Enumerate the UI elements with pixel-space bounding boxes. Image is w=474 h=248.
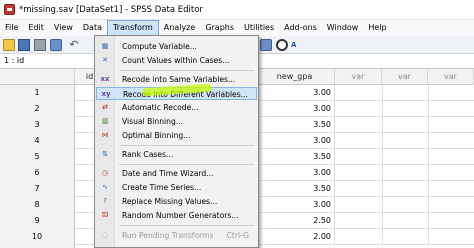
- menu-separator: [119, 145, 254, 146]
- rank-cases-icon: ⇅: [102, 150, 108, 158]
- cell-new-gpa[interactable]: 3.00: [255, 133, 335, 149]
- menu-item-label: Random Number Generators...: [122, 211, 239, 220]
- undo-icon[interactable]: ↶: [68, 39, 80, 51]
- time-series-icon: ∿: [102, 183, 108, 191]
- cell-new-gpa[interactable]: 3.50: [255, 117, 335, 133]
- compute-icon: ▦: [101, 42, 109, 50]
- row-number[interactable]: 9: [0, 213, 75, 229]
- cell-new-gpa[interactable]: 3.50: [255, 149, 335, 165]
- menu-addons[interactable]: Add-ons: [279, 20, 322, 36]
- spss-app-icon: [4, 4, 15, 15]
- row-number[interactable]: 8: [0, 197, 75, 213]
- menu-file[interactable]: File: [0, 20, 23, 36]
- menu-item-compute-variable[interactable]: ▦ Compute Variable...: [96, 40, 257, 53]
- menu-item-label: Automatic Recode...: [122, 103, 199, 112]
- menu-separator: [119, 164, 254, 165]
- menu-item-optimal-binning[interactable]: ⋈ Optimal Binning...: [96, 129, 257, 142]
- value-labels-icon[interactable]: A: [291, 39, 303, 51]
- find-icon[interactable]: [276, 39, 288, 51]
- column-header-new-gpa[interactable]: new_gpa: [255, 69, 335, 85]
- dialog-recall-icon[interactable]: [50, 39, 62, 51]
- cell-new-gpa[interactable]: 3.50: [255, 181, 335, 197]
- menu-item-recode-same[interactable]: xx Recode into Same Variables...: [96, 73, 257, 86]
- menu-item-rank-cases[interactable]: ⇅ Rank Cases...: [96, 148, 257, 161]
- cell-new-gpa[interactable]: 2.00: [255, 229, 335, 245]
- cell-new-gpa[interactable]: 3.00: [255, 197, 335, 213]
- recode-different-icon: xy: [101, 90, 111, 98]
- menu-transform[interactable]: Transform: [106, 20, 159, 36]
- menu-item-label: Recode into Same Variables...: [122, 75, 236, 84]
- recode-same-icon: xx: [100, 75, 110, 83]
- column-header-var[interactable]: var: [382, 69, 428, 85]
- row-number[interactable]: 2: [0, 101, 75, 117]
- window-title: *missing.sav [DataSet1] - SPSS Data Edit…: [19, 4, 203, 15]
- row-number[interactable]: 6: [0, 165, 75, 181]
- row-number[interactable]: 10: [0, 229, 75, 245]
- menu-item-run-pending[interactable]: ◌ Run Pending Transforms Ctrl-G: [96, 229, 257, 242]
- cell-new-gpa[interactable]: 2.50: [255, 213, 335, 229]
- menu-item-label: Compute Variable...: [122, 42, 198, 51]
- cell-new-gpa[interactable]: 3.00: [255, 85, 335, 101]
- count-icon: ✕: [102, 56, 108, 64]
- column-header-var[interactable]: var: [428, 69, 474, 85]
- cell-reference: 1 : id: [4, 56, 25, 65]
- visual-binning-icon: ▥: [101, 117, 109, 125]
- menu-item-replace-missing[interactable]: ? Replace Missing Values...: [96, 195, 257, 208]
- menu-item-count-values[interactable]: ✕ Count Values within Cases...: [96, 54, 257, 67]
- menu-item-random-number[interactable]: ⚄ Random Number Generators...: [96, 209, 257, 222]
- row-header-corner: [0, 69, 75, 85]
- row-number[interactable]: 7: [0, 181, 75, 197]
- row-number[interactable]: 1: [0, 85, 75, 101]
- menu-help[interactable]: Help: [363, 20, 391, 36]
- menu-data[interactable]: Data: [78, 20, 107, 36]
- menu-item-automatic-recode[interactable]: ⇄ Automatic Recode...: [96, 101, 257, 114]
- menu-window[interactable]: Window: [322, 20, 364, 36]
- split-file-icon[interactable]: [260, 39, 272, 51]
- run-pending-icon: ◌: [101, 231, 109, 239]
- optimal-binning-icon: ⋈: [101, 131, 109, 139]
- menu-item-date-time-wizard[interactable]: ◷ Date and Time Wizard...: [96, 167, 257, 180]
- menu-item-create-time-series[interactable]: ∿ Create Time Series...: [96, 181, 257, 194]
- menu-item-label: Date and Time Wizard...: [122, 169, 214, 178]
- open-folder-icon[interactable]: [3, 39, 15, 51]
- menu-item-label: Create Time Series...: [122, 183, 202, 192]
- menu-shortcut: Ctrl-G: [226, 231, 249, 240]
- menu-analyze[interactable]: Analyze: [159, 20, 201, 36]
- random-number-icon: ⚄: [101, 211, 109, 219]
- menu-item-visual-binning[interactable]: ▥ Visual Binning...: [96, 115, 257, 128]
- menu-edit[interactable]: Edit: [23, 20, 49, 36]
- cell-new-gpa[interactable]: 3.00: [255, 101, 335, 117]
- row-number[interactable]: 3: [0, 117, 75, 133]
- replace-missing-icon: ?: [103, 197, 107, 205]
- menu-separator: [119, 70, 254, 71]
- date-time-icon: ◷: [101, 169, 109, 177]
- row-number[interactable]: 5: [0, 149, 75, 165]
- row-number[interactable]: 4: [0, 133, 75, 149]
- menu-item-label: Run Pending Transforms: [122, 231, 214, 240]
- menu-item-label: Count Values within Cases...: [122, 56, 230, 65]
- menu-utilities[interactable]: Utilities: [239, 20, 279, 36]
- menu-view[interactable]: View: [49, 20, 78, 36]
- title-bar: *missing.sav [DataSet1] - SPSS Data Edit…: [0, 0, 474, 20]
- print-icon[interactable]: [34, 39, 46, 51]
- menu-item-label: Optimal Binning...: [122, 131, 191, 140]
- automatic-recode-icon: ⇄: [102, 103, 108, 111]
- cell-new-gpa[interactable]: 3.00: [255, 165, 335, 181]
- menu-item-label: Rank Cases...: [122, 150, 174, 159]
- column-header-var[interactable]: var: [335, 69, 382, 85]
- menu-item-label: Replace Missing Values...: [122, 197, 218, 206]
- menu-separator: [119, 225, 254, 226]
- menu-bar: File Edit View Data Transform Analyze Gr…: [0, 20, 474, 36]
- menu-item-label: Visual Binning...: [122, 117, 184, 126]
- transform-menu: ▦ Compute Variable... ✕ Count Values wit…: [94, 35, 259, 248]
- menu-graphs[interactable]: Graphs: [200, 20, 239, 36]
- save-icon[interactable]: [18, 39, 30, 51]
